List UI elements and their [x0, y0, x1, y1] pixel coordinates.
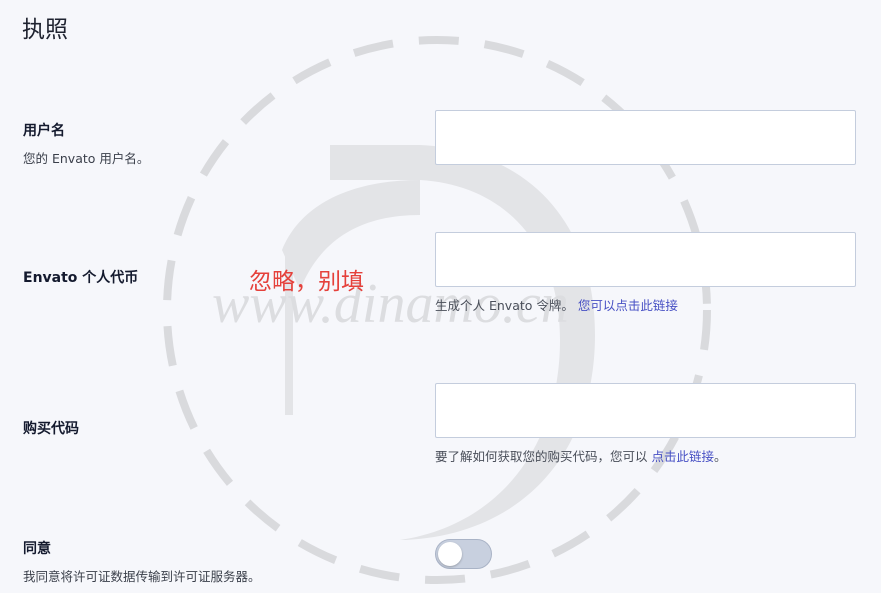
token-input[interactable]: [435, 232, 856, 287]
username-input[interactable]: [435, 110, 856, 165]
consent-toggle-knob: [438, 541, 462, 566]
purchase-code-label: 购买代码: [23, 421, 79, 437]
page-title: 执照: [22, 17, 68, 43]
purchase-code-input[interactable]: [435, 383, 856, 438]
consent-description: 我同意将许可证数据传输到许可证服务器。: [23, 569, 261, 584]
purchase-code-help-prefix: 要了解如何获取您的购买代码，您可以: [435, 449, 648, 464]
token-help-link[interactable]: 您可以点击此链接: [578, 298, 678, 313]
username-label: 用户名: [23, 123, 65, 139]
token-help-text: 生成个人 Envato 令牌。 您可以点击此链接: [435, 295, 678, 314]
purchase-code-help-link[interactable]: 点击此链接: [652, 449, 715, 464]
watermark-logo-shape: [275, 145, 595, 540]
token-label: Envato 个人代币: [23, 270, 139, 286]
purchase-code-help-suffix: 。: [714, 449, 727, 464]
purchase-code-help-text: 要了解如何获取您的购买代码，您可以 点击此链接。: [435, 446, 727, 465]
username-description: 您的 Envato 用户名。: [23, 151, 150, 166]
consent-label: 同意: [23, 541, 51, 557]
token-help-prefix: 生成个人 Envato 令牌。: [435, 298, 574, 313]
consent-toggle[interactable]: [435, 539, 492, 569]
annotation-note: 忽略，别填: [249, 269, 364, 295]
